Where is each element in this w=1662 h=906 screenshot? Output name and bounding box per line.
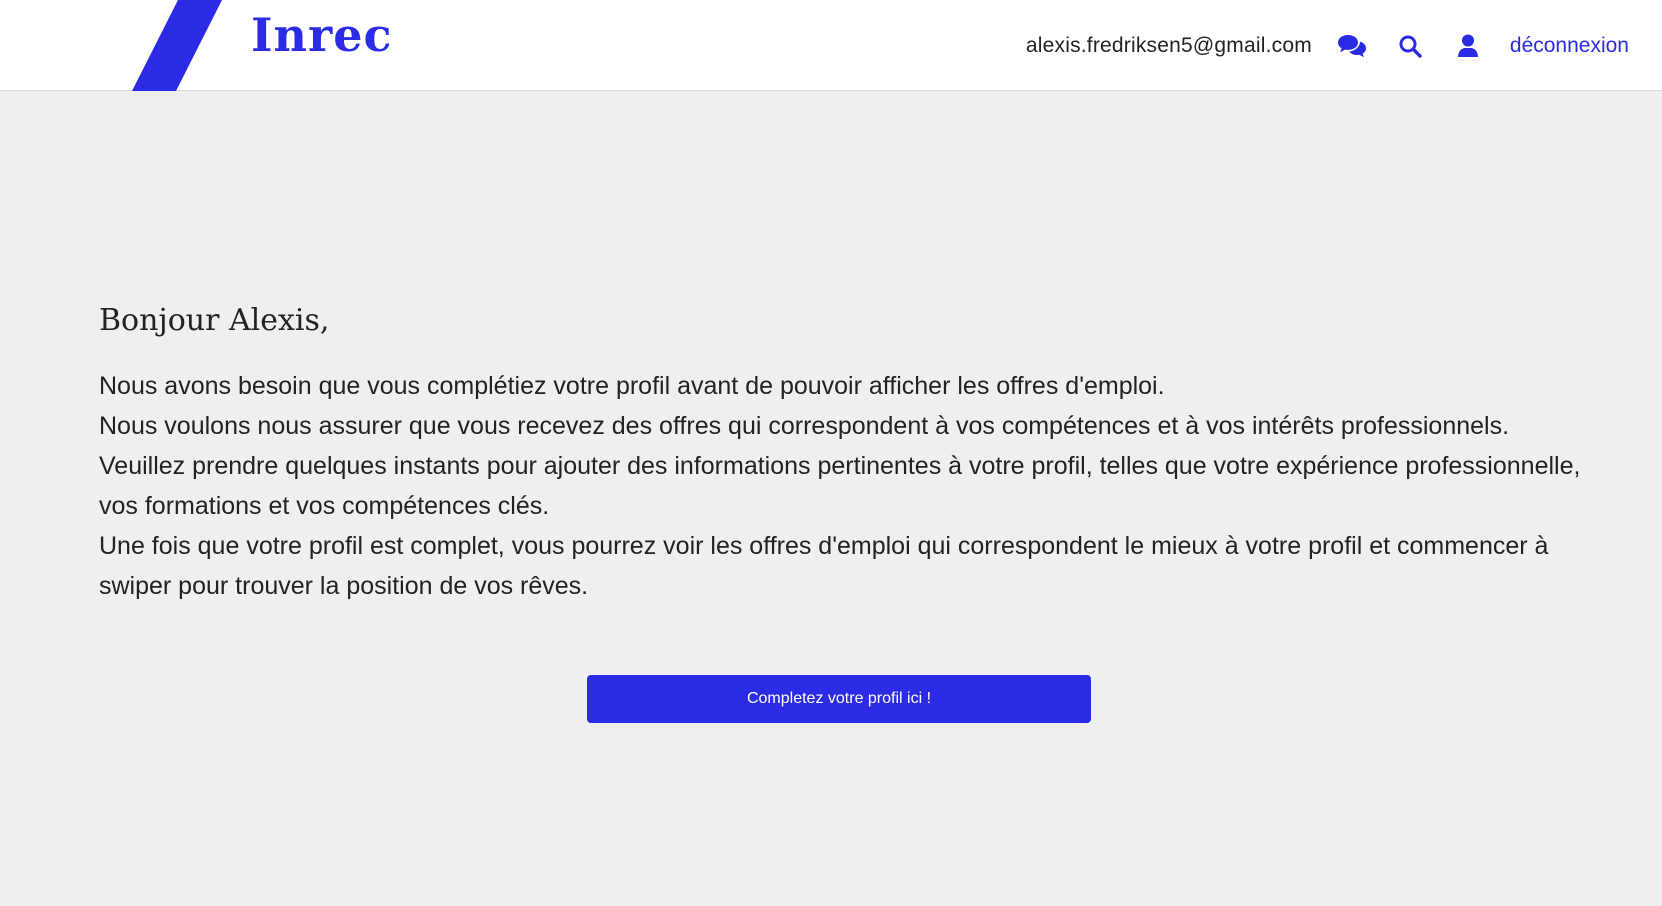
- logo-stripe-graphic: [132, 0, 222, 91]
- message-paragraph: Veuillez prendre quelques instants pour …: [99, 452, 1581, 520]
- user-email: alexis.fredriksen5@gmail.com: [1025, 33, 1312, 57]
- message-paragraph: Une fois que votre profil est complet, v…: [99, 532, 1549, 600]
- chat-icon[interactable]: [1336, 30, 1368, 62]
- greeting-heading: Bonjour Alexis,: [99, 303, 330, 338]
- header-nav: alexis.fredriksen5@gmail.com déconnexion: [1026, 0, 1629, 91]
- brand-logo[interactable]: Inrec: [251, 12, 392, 58]
- search-icon[interactable]: [1394, 30, 1426, 62]
- cta-container: Completez votre profil ici !: [587, 675, 1091, 723]
- message-paragraph: Nous voulons nous assurer que vous recev…: [99, 412, 1510, 440]
- user-icon[interactable]: [1452, 30, 1484, 62]
- complete-profile-button[interactable]: Completez votre profil ici !: [587, 675, 1091, 723]
- top-header: Inrec alexis.fredriksen5@gmail.com décon…: [0, 0, 1662, 91]
- message-paragraph: Nous avons besoin que vous complétiez vo…: [99, 372, 1165, 400]
- logout-link[interactable]: déconnexion: [1510, 34, 1629, 58]
- main-content: Bonjour Alexis, Nous avons besoin que vo…: [99, 300, 1619, 606]
- profile-message: Nous avons besoin que vous complétiez vo…: [99, 366, 1619, 606]
